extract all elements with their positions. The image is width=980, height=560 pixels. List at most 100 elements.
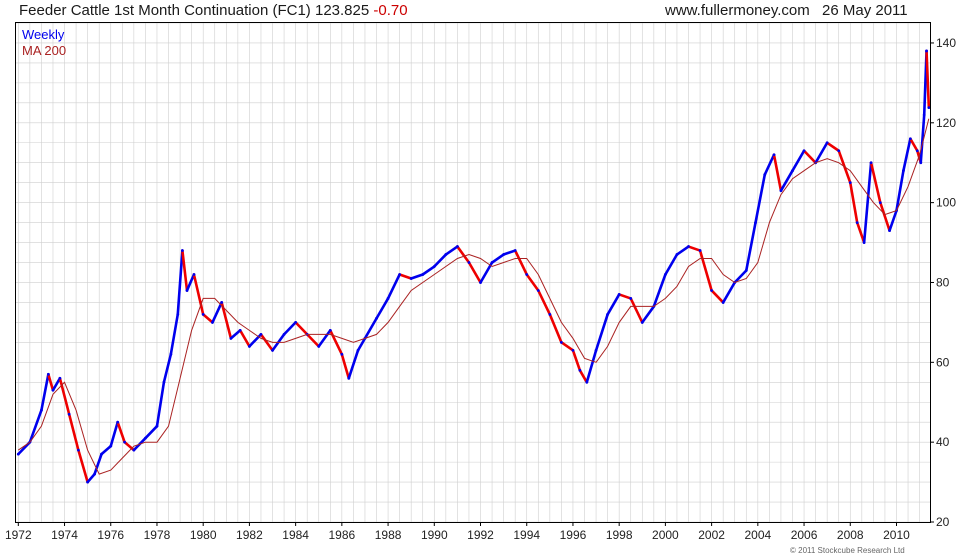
weekly-point (779, 189, 783, 193)
weekly-segment (560, 341, 575, 352)
weekly-point (908, 137, 912, 141)
weekly-segment (902, 137, 912, 173)
weekly-segment (721, 281, 737, 304)
weekly-segment (571, 349, 582, 372)
weekly-segment (238, 329, 251, 348)
weekly-point (675, 253, 679, 256)
weekly-point (548, 313, 552, 316)
weekly-point (919, 161, 923, 165)
weekly-segment (116, 420, 126, 444)
weekly-point (456, 245, 459, 248)
price-chart: 1972 1974 1976 1978 1980 1982 1984 1986 1988 1990… (5, 22, 956, 542)
weekly-point (744, 269, 748, 272)
weekly-point (687, 245, 690, 248)
weekly-point (606, 313, 610, 316)
weekly-point (40, 408, 43, 412)
y-axis: 20 40 60 80 100 120 140 (930, 36, 956, 529)
weekly-segment (825, 141, 841, 153)
weekly-point (67, 412, 71, 416)
y-tick-label: 20 (936, 515, 950, 529)
x-tick-label: 1974 (51, 528, 78, 542)
weekly-point (922, 113, 926, 117)
x-axis: 1972 1974 1976 1978 1980 1982 1984 1986 1988 1990… (5, 522, 910, 542)
x-tick-label: 1990 (421, 528, 448, 542)
x-tick-label: 1986 (328, 528, 355, 542)
weekly-point (855, 221, 859, 225)
weekly-point (888, 229, 891, 232)
weekly-point (467, 261, 471, 264)
weekly-point (802, 149, 806, 153)
weekly-segment (201, 313, 214, 324)
weekly-segment (317, 329, 332, 348)
weekly-point (721, 301, 725, 304)
weekly-point (869, 161, 873, 165)
x-tick-label: 1978 (144, 528, 171, 542)
weekly-segment (467, 261, 482, 284)
weekly-point (340, 352, 344, 356)
copyright-text: © 2011 Stockcube Research Ltd (790, 546, 905, 555)
weekly-point (180, 249, 184, 252)
weekly-point (536, 289, 540, 292)
weekly-segment (86, 472, 96, 484)
weekly-point (238, 328, 242, 332)
weekly-point (248, 344, 251, 348)
weekly-segment (640, 305, 656, 324)
weekly-point (663, 273, 667, 276)
weekly-segment (888, 209, 898, 232)
legend-ma200: MA 200 (22, 43, 67, 58)
weekly-point (201, 313, 205, 316)
weekly-point (421, 273, 425, 276)
weekly-point (925, 49, 928, 53)
weekly-segment (802, 149, 817, 165)
weekly-segment (594, 313, 609, 352)
weekly-segment (386, 273, 401, 300)
x-tick-label: 1994 (513, 528, 540, 542)
weekly-segment (578, 369, 589, 384)
x-tick-label: 1976 (97, 528, 124, 542)
weekly-segment (77, 448, 89, 484)
weekly-segment (248, 333, 263, 348)
weekly-segment (282, 321, 297, 336)
weekly-point (791, 169, 794, 173)
weekly-point (185, 289, 189, 292)
weekly-point (525, 273, 529, 276)
weekly-point (328, 328, 332, 332)
weekly-point (46, 372, 50, 376)
weekly-segment (456, 245, 471, 264)
weekly-point (282, 332, 286, 336)
weekly-segment (772, 153, 783, 192)
weekly-point (837, 149, 841, 153)
weekly-point (132, 448, 136, 452)
weekly-point (848, 181, 852, 185)
weekly-point (772, 153, 776, 157)
x-tick-label: 1980 (190, 528, 217, 542)
weekly-point (169, 352, 173, 356)
weekly-point (754, 221, 757, 225)
weekly-segment (698, 249, 713, 292)
weekly-point (640, 321, 644, 324)
weekly-point (915, 149, 919, 153)
weekly-segment (490, 253, 505, 264)
weekly-point (502, 253, 506, 256)
weekly-point (398, 273, 402, 276)
weekly-point (155, 424, 159, 428)
x-tick-label: 2004 (744, 528, 771, 542)
x-tick-label: 2010 (883, 528, 910, 542)
weekly-segment (925, 49, 931, 109)
weekly-segment (432, 253, 448, 268)
x-tick-label: 1992 (467, 528, 494, 542)
weekly-segment (211, 301, 223, 324)
weekly-point (211, 321, 214, 324)
x-tick-label: 1972 (5, 528, 32, 542)
x-tick-label: 1988 (375, 528, 402, 542)
weekly-point (927, 106, 931, 110)
x-tick-label: 1982 (236, 528, 263, 542)
x-tick-label: 1998 (606, 528, 633, 542)
weekly-point (513, 249, 517, 252)
weekly-segment (675, 245, 690, 256)
weekly-segment (181, 249, 189, 292)
weekly-point (259, 332, 263, 336)
weekly-segment (109, 420, 119, 448)
weekly-segment (229, 329, 242, 340)
weekly-point (479, 281, 482, 284)
